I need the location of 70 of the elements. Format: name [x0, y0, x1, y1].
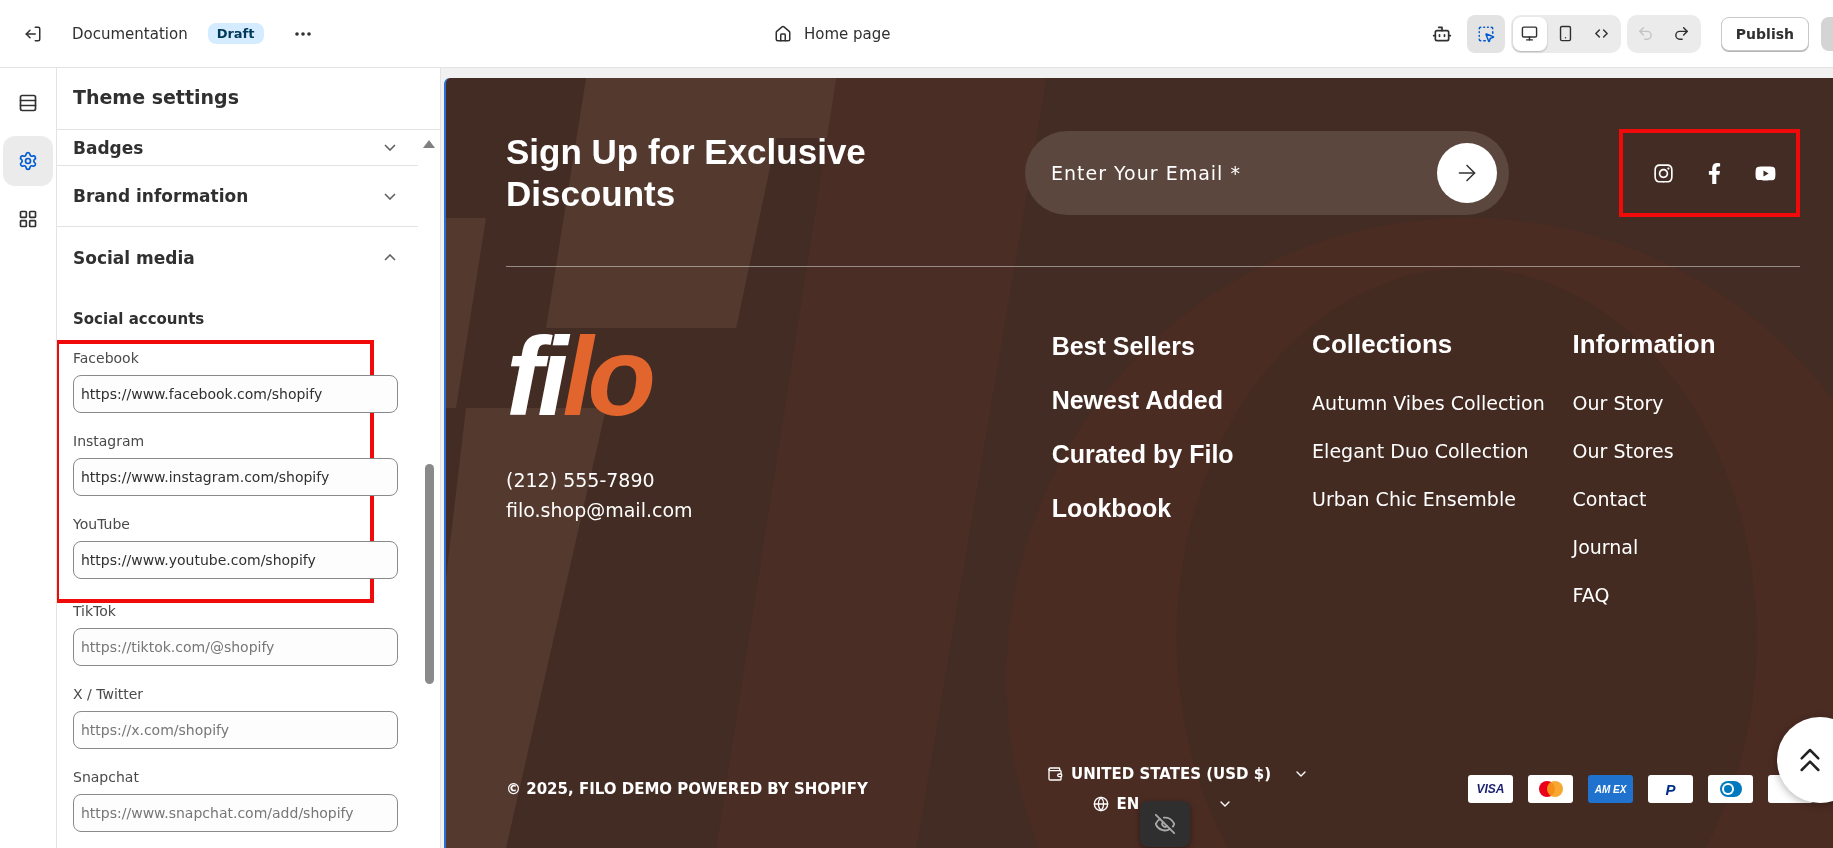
- settings-icon: [18, 151, 38, 171]
- more-icon: [294, 31, 311, 36]
- home-icon: [774, 24, 792, 43]
- section-heading: Social accounts: [72, 309, 206, 330]
- page-name: Home page: [804, 24, 891, 43]
- menu-heading: Information: [1572, 329, 1716, 360]
- field-label: Snapchat: [73, 769, 140, 786]
- accordion-header[interactable]: Brand information: [57, 166, 418, 227]
- wallet-icon: [1046, 766, 1063, 782]
- footer-link[interactable]: FAQ: [1572, 580, 1610, 610]
- copyright-text: © 2025, FILO DEMO POWERED BY SHOPIFY: [506, 780, 869, 798]
- chevron-down-icon: [384, 192, 396, 200]
- url-input[interactable]: https://x.com/shopify: [73, 711, 398, 749]
- field-label: Instagram: [73, 433, 146, 450]
- chevron-down-icon: [384, 144, 396, 151]
- field-label: TikTok: [73, 603, 117, 620]
- field-label: Facebook: [73, 350, 140, 367]
- field-label: X / Twitter: [73, 686, 145, 703]
- signup-heading: Sign Up for Exclusive Discounts: [506, 131, 867, 215]
- rows-icon: [18, 93, 38, 113]
- accordion-header[interactable]: Badges: [57, 130, 418, 166]
- url-input[interactable]: https://www.snapchat.com/add/shopify: [73, 794, 398, 832]
- hide-button[interactable]: [1140, 801, 1190, 847]
- phone-number: (212) 555-7890: [506, 468, 655, 493]
- globe-icon: [1092, 796, 1109, 812]
- instagram-icon: [1653, 162, 1674, 184]
- menu-heading: Collections: [1312, 329, 1453, 360]
- footer-link[interactable]: Newest Added: [1051, 385, 1223, 415]
- paypal-card: P: [1648, 775, 1693, 803]
- language-selector[interactable]: EN: [1092, 795, 1234, 813]
- footer-link[interactable]: Lookbook: [1051, 493, 1172, 523]
- cursor-icon: [1476, 24, 1495, 43]
- url-input[interactable]: https://www.youtube.com/shopify: [73, 541, 398, 579]
- undo-icon: [1637, 25, 1655, 42]
- footer-link[interactable]: Journal: [1572, 532, 1639, 562]
- footer-link[interactable]: Contact: [1572, 484, 1647, 514]
- footer-link[interactable]: Our Stores: [1572, 436, 1674, 466]
- url-input[interactable]: https://tiktok.com/@shopify: [73, 628, 398, 666]
- select-tool-button[interactable]: [1466, 14, 1505, 53]
- eye-off-icon: [1154, 813, 1176, 835]
- email-input[interactable]: Enter Your Email *: [1051, 162, 1437, 184]
- footer-link[interactable]: Best Sellers: [1051, 331, 1195, 361]
- footer-link[interactable]: Autumn Vibes Collection: [1312, 388, 1545, 418]
- desktop-button[interactable]: [1512, 16, 1547, 51]
- submit-button[interactable]: [1437, 143, 1497, 203]
- email-address: filo.shop@mail.com: [506, 498, 693, 523]
- amex-card: AM EX: [1588, 775, 1633, 803]
- visa-card: VISA: [1468, 775, 1513, 803]
- redo-icon: [1673, 25, 1691, 42]
- brand-logo: filo: [506, 329, 650, 425]
- scrollbar-thumb[interactable]: [424, 464, 434, 684]
- instagram-link[interactable]: [1653, 162, 1674, 184]
- chevron-up-icon: [384, 254, 396, 261]
- footer-link[interactable]: Elegant Duo Collection: [1312, 436, 1529, 466]
- circles-icon: [1536, 780, 1565, 798]
- publish-button[interactable]: Publish: [1720, 16, 1809, 51]
- document-name: Documentation: [72, 24, 188, 43]
- exit-icon: [24, 24, 42, 43]
- status-badge: Draft: [207, 23, 264, 44]
- url-input[interactable]: https://www.facebook.com/shopify: [73, 375, 398, 413]
- url-input[interactable]: https://www.instagram.com/shopify: [73, 458, 398, 496]
- footer-link[interactable]: Our Story: [1572, 388, 1664, 418]
- footer-link[interactable]: Curated by Filo: [1051, 439, 1234, 469]
- settings-button[interactable]: [3, 136, 53, 186]
- monitor-icon: [1521, 25, 1539, 42]
- footer-link[interactable]: Urban Chic Ensemble: [1312, 484, 1516, 514]
- accordion-header[interactable]: Social media: [57, 227, 418, 288]
- field-label: YouTube: [73, 516, 131, 533]
- country-selector[interactable]: UNITED STATES (USD $): [1046, 765, 1310, 783]
- grid-icon: [18, 209, 38, 229]
